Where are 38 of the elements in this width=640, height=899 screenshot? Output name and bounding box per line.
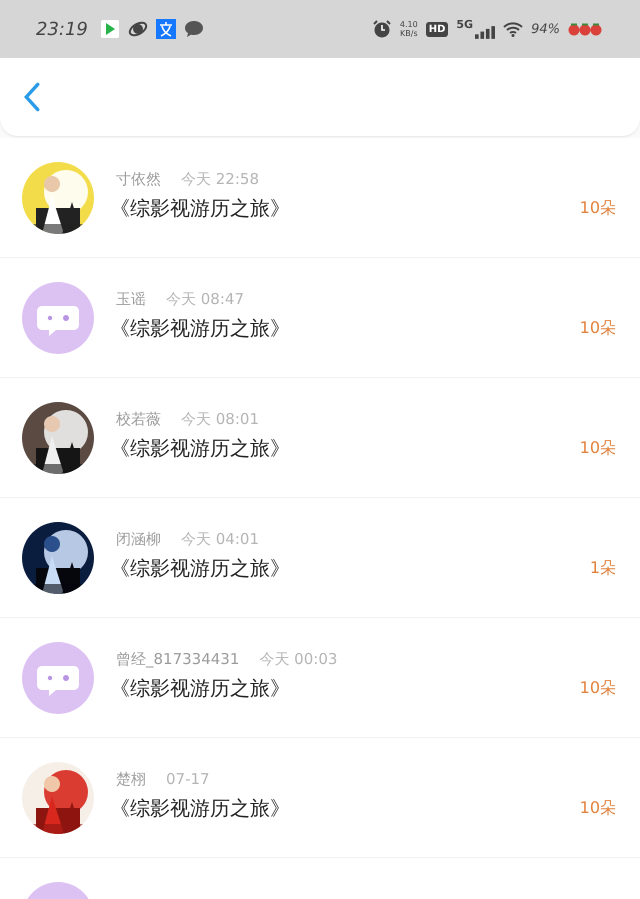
network-label: 5G <box>456 18 474 31</box>
translate-icon[interactable] <box>156 19 176 39</box>
user-name: 楚栩 <box>116 770 146 788</box>
speed-value: 4.10 <box>400 20 418 29</box>
hd-badge: HD <box>426 22 448 36</box>
book-title[interactable]: 《综影视游历之旅》 <box>110 674 290 702</box>
flower-count: 10朵 <box>580 318 616 338</box>
planet-icon[interactable] <box>128 19 148 39</box>
play-icon[interactable] <box>100 19 120 39</box>
signal-icon <box>475 26 496 38</box>
user-name: 闭涵柳 <box>116 530 161 548</box>
book-title[interactable]: 《综影视游历之旅》 <box>110 314 290 342</box>
book-title[interactable]: 《综影视游历之旅》 <box>110 794 290 822</box>
flower-count: 10朵 <box>580 798 616 818</box>
user-name: 寸依然 <box>116 170 161 188</box>
book-title[interactable]: 《综影视游历之旅》 <box>110 554 290 582</box>
back-icon[interactable] <box>24 82 40 112</box>
strawberry-icon <box>568 22 604 36</box>
chat-icon[interactable] <box>184 19 204 39</box>
user-name: 玉谣 <box>116 290 146 308</box>
book-title[interactable]: 《综影视游历之旅》 <box>110 194 290 222</box>
flower-count: 1朵 <box>590 558 616 578</box>
speed-unit: KB/s <box>400 29 418 38</box>
user-name: 曾经_817334431 <box>116 650 240 668</box>
timestamp: 今天 22:58 <box>181 170 259 188</box>
flower-count: 10朵 <box>580 678 616 698</box>
flower-count: 10朵 <box>580 438 616 458</box>
timestamp: 今天 04:01 <box>181 530 259 548</box>
clock-time: 23:19 <box>36 18 88 40</box>
flower-count: 10朵 <box>580 198 616 218</box>
user-name: 校若薇 <box>116 410 161 428</box>
timestamp: 07-17 <box>166 770 210 788</box>
timestamp: 今天 08:01 <box>181 410 259 428</box>
timestamp: 今天 08:47 <box>166 290 244 308</box>
timestamp: 今天 00:03 <box>259 650 338 668</box>
book-title[interactable]: 《综影视游历之旅》 <box>110 434 290 462</box>
battery-level: 94% <box>531 22 560 36</box>
alarm-icon <box>372 19 392 39</box>
